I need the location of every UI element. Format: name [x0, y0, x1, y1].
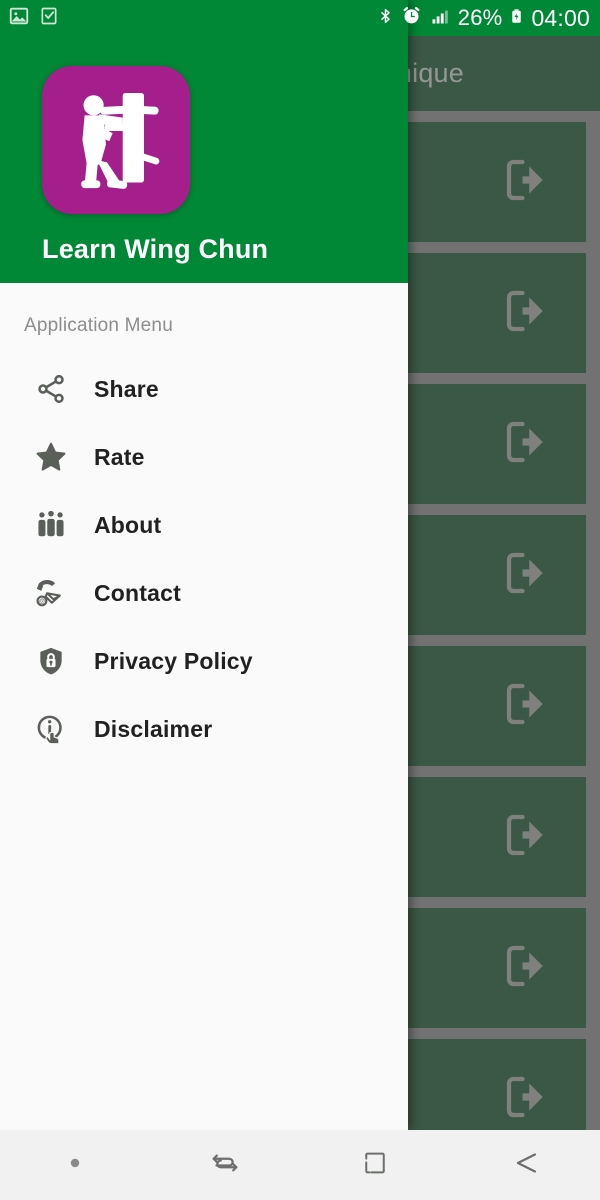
dot-indicator[interactable]	[0, 1130, 150, 1200]
menu-item-rate[interactable]: Rate	[0, 423, 408, 491]
menu-item-label: About	[94, 511, 162, 538]
battery-charging-icon	[509, 5, 524, 32]
battery-percent-label: 26%	[457, 5, 503, 30]
menu-item-about[interactable]: About	[0, 491, 408, 559]
menu-item-privacy-policy[interactable]: Privacy Policy	[0, 627, 408, 695]
bluetooth-icon	[377, 5, 394, 32]
home-square-icon	[360, 1148, 390, 1183]
dot-icon	[69, 1156, 81, 1174]
exit-arrow-icon	[496, 153, 558, 212]
drawer-header: Learn Wing Chun	[0, 36, 408, 283]
menu-section-title: Application Menu	[24, 315, 173, 336]
back-arrow-icon	[508, 1146, 542, 1185]
clock-label: 04:00	[531, 4, 590, 31]
image-icon	[8, 5, 30, 32]
share-nodes-icon	[30, 368, 72, 410]
alarm-clock-icon	[401, 5, 422, 31]
exit-arrow-icon	[496, 415, 558, 474]
menu-item-disclaimer[interactable]: Disclaimer	[0, 695, 408, 763]
menu-item-label: Share	[94, 375, 159, 402]
navigation-drawer: Learn Wing Chun Application Menu Share R…	[0, 0, 408, 1130]
exit-arrow-icon	[496, 546, 558, 605]
exit-arrow-icon	[496, 1070, 558, 1129]
tasks-checkbox-icon	[39, 5, 59, 32]
exit-arrow-icon	[496, 677, 558, 736]
app-title: Learn Wing Chun	[42, 234, 269, 264]
recents-icon	[208, 1146, 242, 1185]
exit-arrow-icon	[496, 808, 558, 867]
exit-arrow-icon	[496, 939, 558, 998]
menu-item-share[interactable]: Share	[0, 355, 408, 423]
phone-envelope-icon: @	[30, 572, 72, 614]
drawer-menu-list: Application Menu Share Rate About @ Cont…	[0, 283, 408, 1130]
menu-item-contact[interactable]: @ Contact	[0, 559, 408, 627]
people-group-icon	[30, 504, 72, 546]
menu-item-label: Disclaimer	[94, 715, 213, 742]
back-button[interactable]	[450, 1130, 600, 1200]
status-bar	[0, 0, 408, 36]
info-hand-icon	[30, 708, 72, 750]
system-navigation-bar	[0, 1130, 600, 1200]
shield-lock-icon	[30, 640, 72, 682]
wing-chun-dummy-logo	[42, 66, 190, 214]
exit-arrow-icon	[496, 284, 558, 343]
signal-bars-icon	[429, 6, 451, 31]
status-bar-right-cluster: 26% 04:00	[377, 0, 600, 36]
menu-item-label: Contact	[94, 579, 182, 606]
menu-item-label: Rate	[94, 443, 145, 470]
home-button[interactable]	[300, 1130, 450, 1200]
menu-item-label: Privacy Policy	[94, 647, 253, 674]
star-icon	[30, 436, 72, 478]
svg-text:@: @	[39, 598, 45, 605]
recents-button[interactable]	[150, 1130, 300, 1200]
